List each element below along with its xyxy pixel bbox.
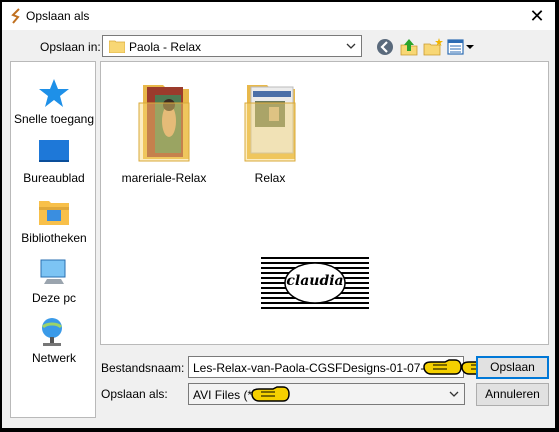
new-folder-icon[interactable] [423,37,443,57]
app-icon [11,8,20,24]
save-as-type-label: Opslaan als: [101,387,168,401]
places-item-label: Snelle toegang [13,112,95,126]
libraries-icon [39,201,69,225]
file-list[interactable]: mareriale-Relax Relax claudia [100,61,549,345]
desktop-icon [39,140,69,162]
places-item-libraries[interactable]: Bibliotheken [11,195,97,245]
places-item-quick-access[interactable]: Snelle toegang [11,76,97,126]
watermark-text: claudia [286,273,344,289]
filename-value: Les-Relax-van-Paola-CGSFDesigns-01-07-20… [193,361,452,375]
view-menu-icon[interactable] [447,37,475,57]
save-button[interactable]: Opslaan [476,356,549,379]
save-in-dropdown[interactable]: Paola - Relax [102,35,362,57]
pointer-hand-icon [423,359,462,375]
save-in-value: Paola - Relax [129,40,202,54]
title-bar: Opslaan als ✕ [2,2,555,30]
save-button-label: Opslaan [490,360,535,374]
places-item-label: Deze pc [31,291,77,305]
folder-item[interactable]: Relax [220,77,320,185]
folder-item[interactable]: mareriale-Relax [114,77,214,185]
back-icon[interactable] [375,37,395,57]
places-item-desktop[interactable]: Bureaublad [11,135,97,185]
places-item-this-pc[interactable]: Deze pc [11,255,97,305]
save-as-dialog: Opslaan als ✕ Opslaan in: Paola - Relax [2,2,555,428]
up-folder-icon[interactable] [399,37,419,57]
places-item-label: Bureaublad [23,171,85,185]
watermark-logo: claudia [261,255,369,311]
places-item-label: Bibliotheken [21,231,87,245]
folder-icon [138,85,190,162]
save-in-label: Opslaan in: [40,40,101,54]
places-item-network[interactable]: Netwerk [11,315,97,365]
filename-label: Bestandsnaam: [101,361,185,375]
chevron-down-icon [449,391,459,397]
network-icon [41,318,63,346]
folder-name: Relax [254,171,286,185]
places-bar: Snelle toegang Bureaublad Bibliotheken D… [10,61,96,418]
cancel-button-label: Annuleren [485,387,540,401]
folder-icon [109,40,125,53]
pointer-hand-icon [251,386,290,402]
cancel-button[interactable]: Annuleren [476,383,549,406]
pc-icon [40,259,66,284]
window-title: Opslaan als [26,9,90,23]
folder-icon [244,85,296,162]
quick-access-star-icon [39,79,69,107]
folder-name: mareriale-Relax [121,171,207,185]
file-type-dropdown[interactable]: AVI Files (*.avi) [188,383,465,405]
chevron-down-icon [346,43,356,49]
places-item-label: Netwerk [31,351,76,365]
close-button[interactable]: ✕ [527,6,547,26]
